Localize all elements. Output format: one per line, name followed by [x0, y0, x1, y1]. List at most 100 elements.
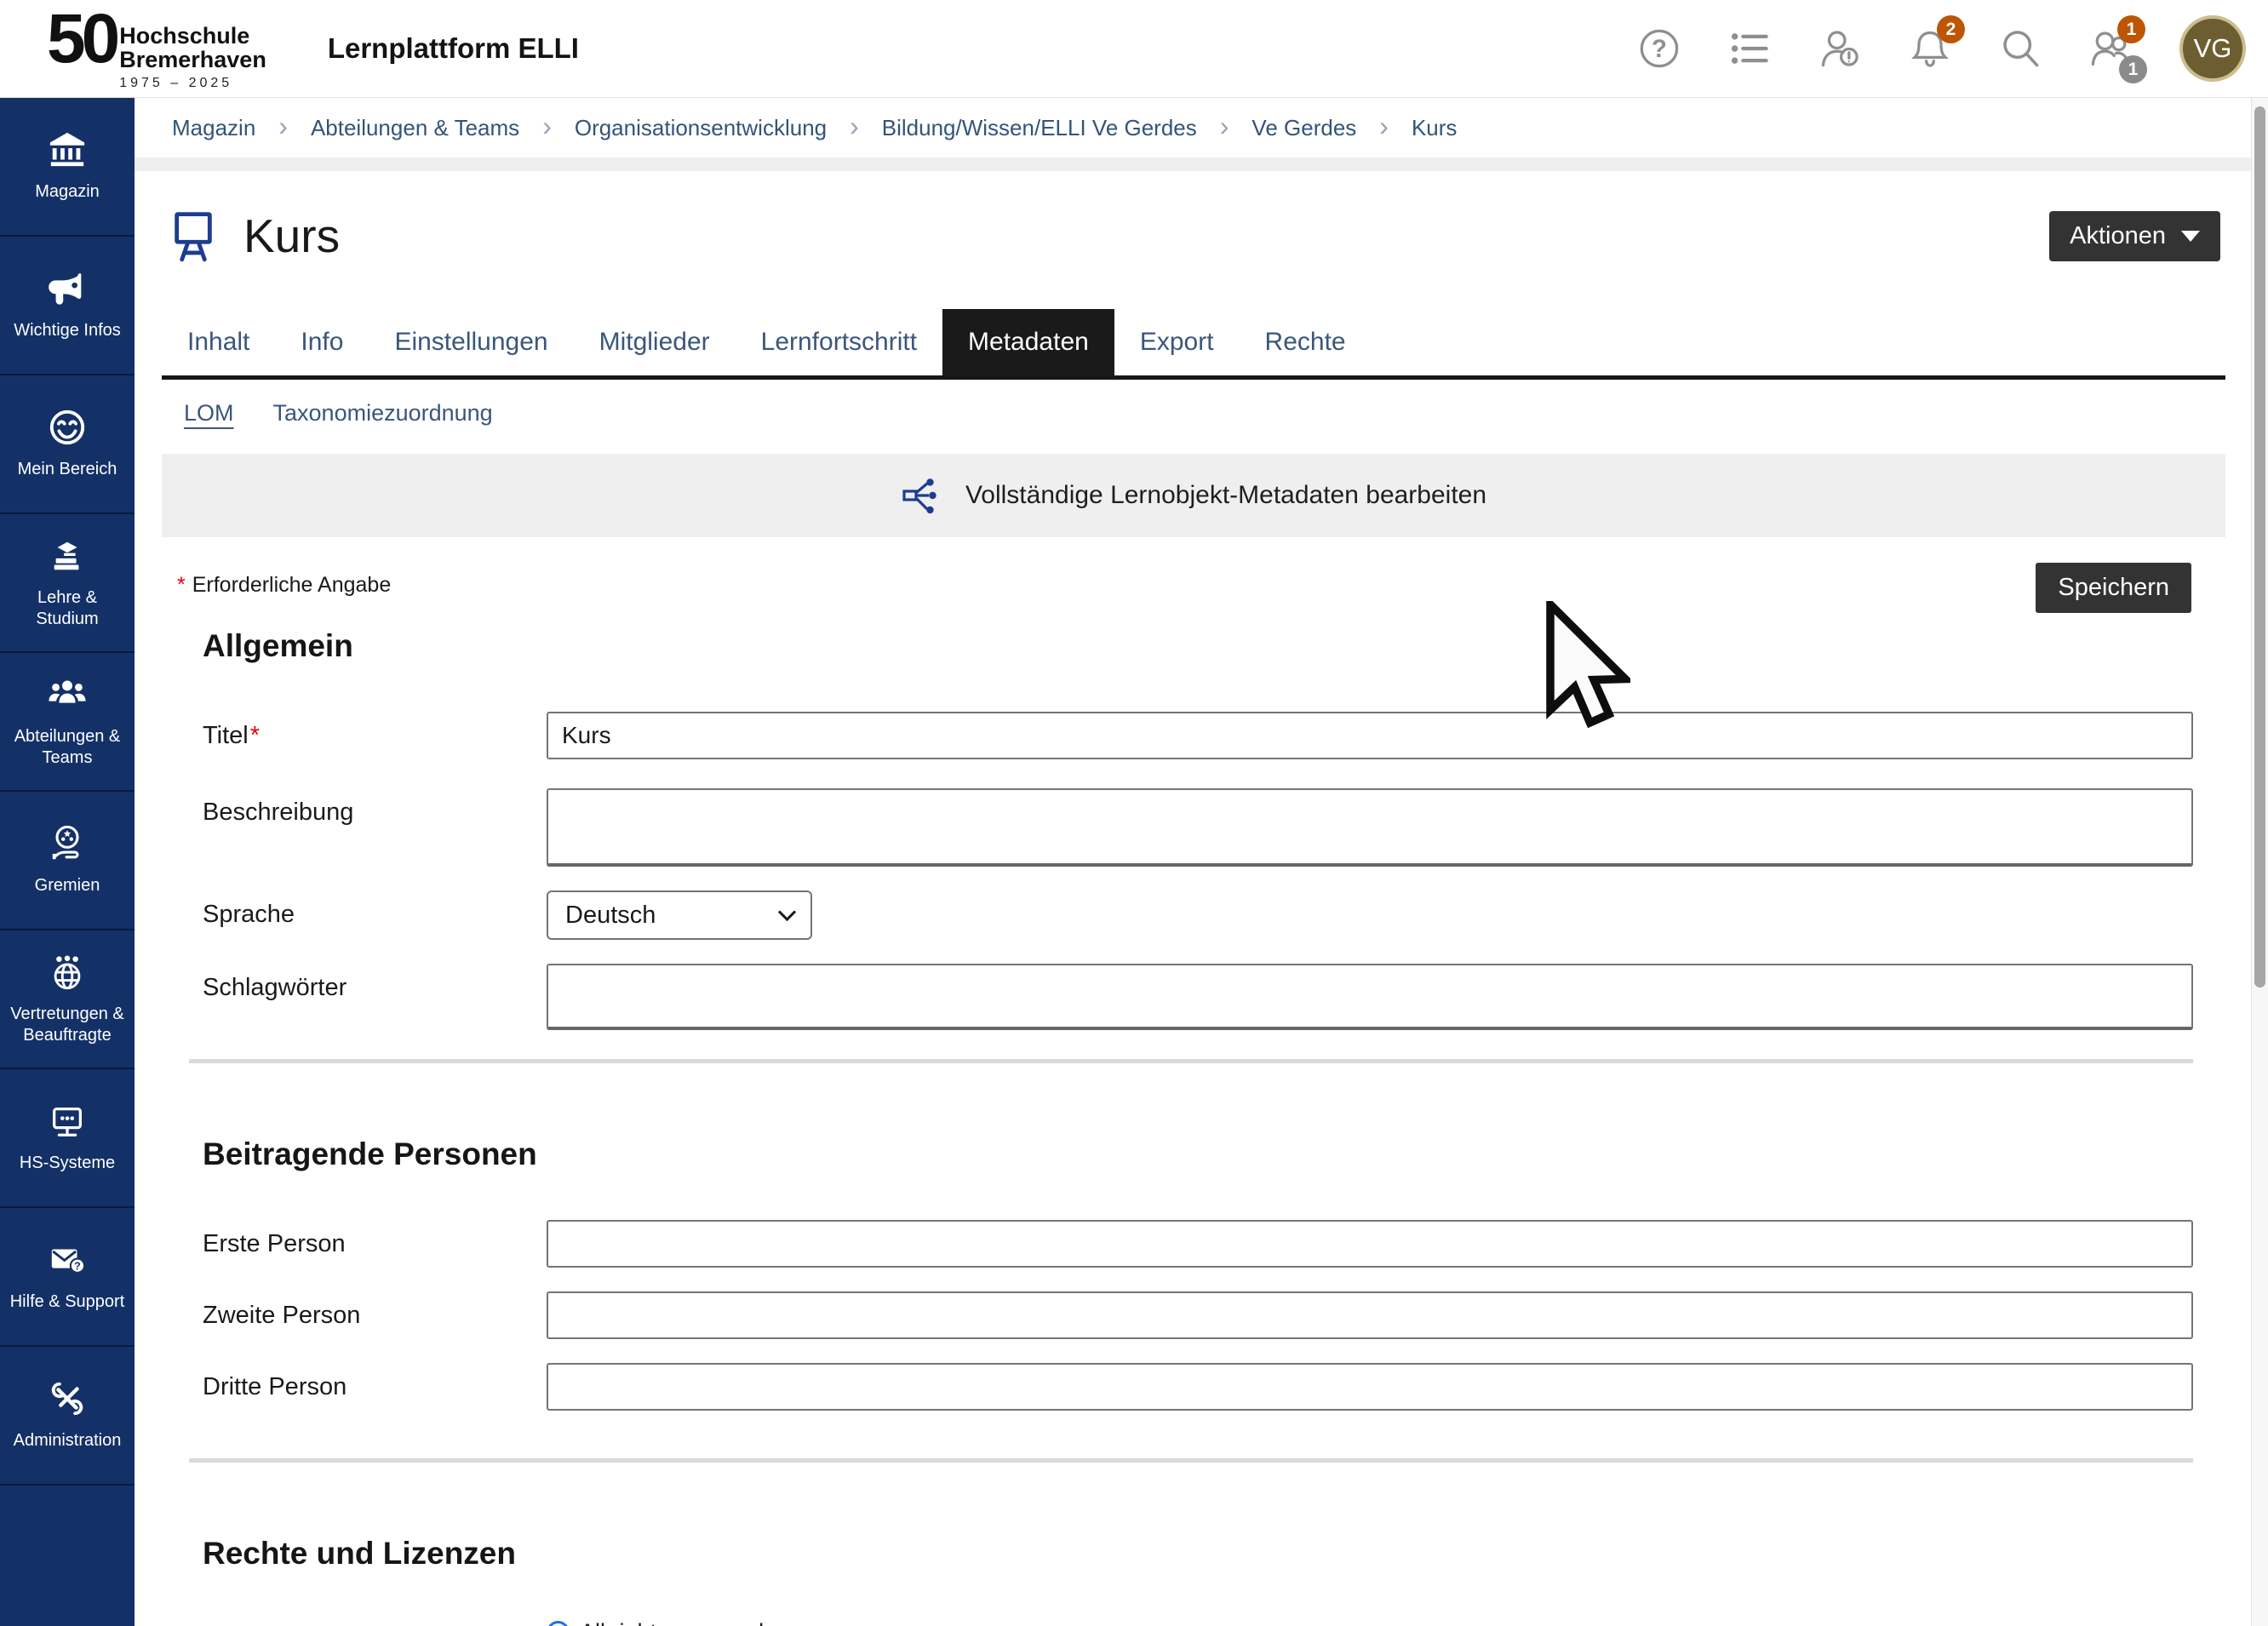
actions-button[interactable]: Aktionen [2049, 211, 2220, 261]
breadcrumb-separator: › [850, 112, 859, 140]
section-rechte-lizenzen: Rechte und Lizenzen [203, 1536, 2225, 1572]
titel-input[interactable] [547, 712, 2193, 759]
breadcrumb-ve-gerdes[interactable]: Ve Gerdes [1251, 115, 1356, 141]
titel-required-asterisk: * [250, 722, 260, 749]
logo-years: 1975 – 2025 [119, 76, 266, 91]
tab-metadaten[interactable]: Metadaten [942, 309, 1114, 375]
sidebar-item-label: Administration [14, 1430, 122, 1451]
titel-label: Titel* [203, 712, 547, 750]
university-logo: 50 Hochschule Bremerhaven 1975 – 2025 [47, 6, 266, 91]
bank-icon [48, 130, 87, 174]
dritte-person-label: Dritte Person [203, 1363, 547, 1401]
main-sidebar: Magazin Wichtige Infos Mein Bereich [0, 98, 135, 1626]
sidebar-item-wichtige-infos[interactable]: Wichtige Infos [0, 237, 135, 375]
sidebar-item-label: Gremien [35, 875, 100, 896]
page-scrollbar[interactable] [2251, 98, 2268, 1626]
tools-icon [48, 1379, 87, 1423]
scrollbar-thumb[interactable] [2254, 106, 2265, 988]
breadcrumb-bildung-wissen[interactable]: Bildung/Wissen/ELLI Ve Gerdes [882, 115, 1197, 141]
sidebar-item-label: Lehre & Studium [4, 587, 130, 630]
titel-label-text: Titel [203, 722, 249, 749]
tab-rechte[interactable]: Rechte [1240, 309, 1372, 375]
sprache-selected-value: Deutsch [565, 902, 656, 930]
sidebar-item-abteilungen-teams[interactable]: Abteilungen & Teams [0, 653, 135, 792]
tab-einstellungen[interactable]: Einstellungen [369, 309, 573, 375]
tab-info[interactable]: Info [275, 309, 369, 375]
copyright-option-label: All rights reserved [580, 1619, 764, 1626]
subtab-bar: LOM Taxonomiezuordnung [162, 380, 2225, 427]
chevron-down-icon [778, 902, 796, 920]
sidebar-item-lehre-studium[interactable]: Lehre & Studium [0, 514, 135, 653]
required-field-note: *Erforderliche Angabe [177, 563, 391, 598]
sidebar-item-hs-systeme[interactable]: HS-Systeme [0, 1069, 135, 1208]
sidebar-item-label: Mein Bereich [18, 459, 117, 480]
help-icon[interactable]: ? [1638, 27, 1681, 70]
breadcrumb-separator: › [278, 112, 288, 140]
svg-text:?: ? [74, 1261, 81, 1273]
erste-person-input[interactable] [547, 1220, 2193, 1268]
breadcrumb: Magazin › Abteilungen & Teams › Organisa… [135, 98, 2251, 157]
edit-full-metadata-banner[interactable]: Vollständige Lernobjekt-Metadaten bearbe… [162, 454, 2225, 537]
svg-text:?: ? [1652, 35, 1667, 63]
section-allgemein: Allgemein [203, 628, 2225, 664]
contacts-badge-bottom: 1 [2119, 55, 2147, 83]
contacts-icon[interactable]: 1 1 [2089, 27, 2132, 70]
mail-question-icon: ? [48, 1240, 87, 1284]
beschreibung-label: Beschreibung [203, 788, 547, 827]
subtab-taxonomiezuordnung[interactable]: Taxonomiezuordnung [273, 400, 493, 427]
schlagwoerter-input[interactable] [547, 964, 2193, 1030]
breadcrumb-separator: › [542, 112, 552, 140]
breadcrumb-organisationsentwicklung[interactable]: Organisationsentwicklung [575, 115, 827, 141]
section-divider [189, 1059, 2193, 1063]
required-asterisk: * [177, 573, 186, 597]
logo-line1: Hochschule [119, 25, 266, 49]
sidebar-item-label: Hilfe & Support [10, 1291, 125, 1313]
actions-button-label: Aktionen [2070, 222, 2166, 250]
smiley-icon [48, 408, 87, 451]
sidebar-item-mein-bereich[interactable]: Mein Bereich [0, 375, 135, 514]
committee-hand-icon [48, 824, 87, 867]
tab-export[interactable]: Export [1114, 309, 1240, 375]
copyright-label: Copyright [203, 1619, 547, 1626]
breadcrumb-magazin[interactable]: Magazin [172, 115, 255, 141]
subtab-lom[interactable]: LOM [184, 400, 234, 427]
logo-line2: Bremerhaven [119, 49, 266, 72]
zweite-person-label: Zweite Person [203, 1291, 547, 1330]
sidebar-item-vertretungen[interactable]: Vertretungen & Beauftragte [0, 930, 135, 1069]
books-graduation-icon [48, 536, 87, 580]
tab-inhalt[interactable]: Inhalt [162, 309, 275, 375]
sidebar-item-label: Magazin [35, 181, 100, 203]
globe-people-icon [48, 953, 87, 996]
sprache-select[interactable]: Deutsch [547, 890, 812, 940]
sidebar-item-magazin[interactable]: Magazin [0, 98, 135, 237]
beschreibung-textarea[interactable] [547, 788, 2193, 867]
save-button[interactable]: Speichern [2036, 563, 2191, 613]
page-title: Kurs [243, 209, 340, 263]
app-title: Lernplattform ELLI [328, 32, 579, 65]
awareness-who-is-online-icon[interactable] [1818, 27, 1861, 70]
section-divider [189, 1458, 2193, 1463]
breadcrumb-kurs[interactable]: Kurs [1412, 115, 1457, 141]
search-icon[interactable] [1999, 27, 2042, 70]
sidebar-item-administration[interactable]: Administration [0, 1347, 135, 1486]
zweite-person-input[interactable] [547, 1291, 2193, 1339]
logo-50: 50 [47, 6, 116, 72]
sidebar-item-hilfe-support[interactable]: ? Hilfe & Support [0, 1208, 135, 1347]
notifications-bell-icon[interactable]: 2 [1909, 27, 1951, 70]
notifications-badge: 2 [1937, 15, 1965, 43]
sidebar-item-label: Abteilungen & Teams [4, 726, 130, 769]
sidebar-item-label: HS-Systeme [20, 1153, 115, 1174]
breadcrumb-separator: › [1220, 112, 1229, 140]
tab-mitglieder[interactable]: Mitglieder [574, 309, 736, 375]
main-content: Magazin › Abteilungen & Teams › Organisa… [135, 98, 2251, 1626]
user-avatar[interactable]: VG [2179, 15, 2246, 82]
required-note-text: Erforderliche Angabe [192, 573, 391, 597]
breadcrumb-abteilungen-teams[interactable]: Abteilungen & Teams [311, 115, 519, 141]
copyright-radio[interactable] [547, 1621, 570, 1626]
dritte-person-input[interactable] [547, 1363, 2193, 1411]
main-menu-list-icon[interactable] [1728, 27, 1771, 70]
megaphone-icon [48, 269, 87, 312]
tab-bar: Inhalt Info Einstellungen Mitglieder Ler… [162, 309, 2225, 380]
sidebar-item-gremien[interactable]: Gremien [0, 792, 135, 930]
tab-lernfortschritt[interactable]: Lernfortschritt [736, 309, 942, 375]
